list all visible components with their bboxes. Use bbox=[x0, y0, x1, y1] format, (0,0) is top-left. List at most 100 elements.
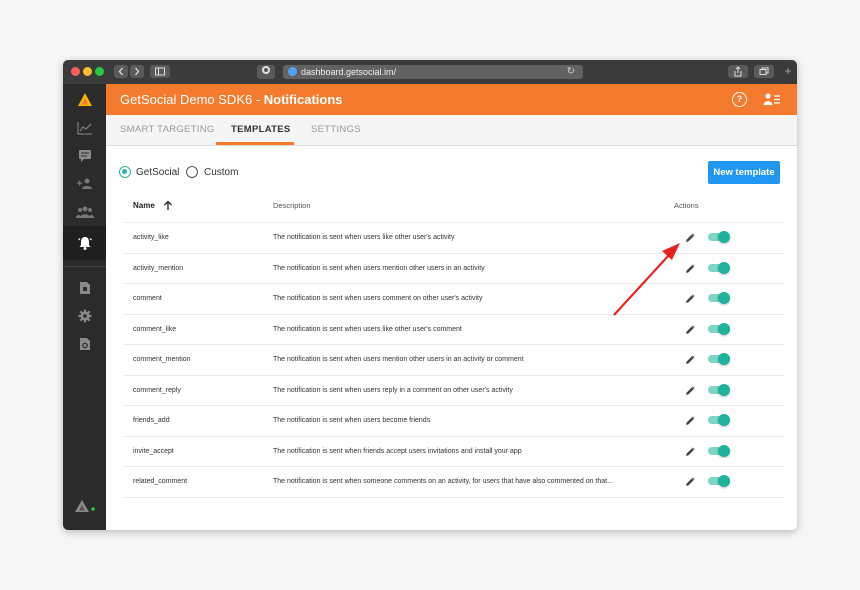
edit-icon[interactable] bbox=[685, 416, 695, 426]
table-row[interactable]: activity_mention The notification is sent… bbox=[123, 254, 785, 284]
minimize-window-button[interactable] bbox=[83, 67, 92, 76]
sidebar-item-notifications[interactable] bbox=[63, 226, 106, 260]
toggle-knob bbox=[718, 292, 730, 304]
zoom-window-button[interactable] bbox=[95, 67, 104, 76]
browser-window: dashboard.getsocial.im/ ↻ + GetSocial De… bbox=[63, 60, 797, 530]
tab-smart-targeting[interactable]: SMART TARGETING bbox=[120, 115, 215, 145]
table-row[interactable]: invite_accept The notification is sent wh… bbox=[123, 437, 785, 467]
enable-toggle[interactable] bbox=[708, 292, 730, 304]
address-bar[interactable]: dashboard.getsocial.im/ ↻ bbox=[283, 65, 583, 79]
edit-icon[interactable] bbox=[685, 294, 695, 304]
enable-toggle[interactable] bbox=[708, 444, 730, 457]
template-name: comment_reply bbox=[133, 386, 181, 394]
radio-custom[interactable] bbox=[186, 166, 198, 178]
table-row[interactable]: activity_like The notification is sent wh… bbox=[123, 223, 785, 254]
app-name: GetSocial Demo SDK6 - bbox=[120, 92, 264, 107]
close-window-button[interactable] bbox=[71, 67, 80, 76]
sidebar-logo[interactable] bbox=[63, 86, 106, 114]
template-name: friends_add bbox=[133, 417, 170, 424]
table-row[interactable]: comment_like The notification is sent whe… bbox=[123, 315, 785, 345]
enable-toggle[interactable] bbox=[708, 322, 730, 335]
edit-icon[interactable] bbox=[685, 446, 695, 457]
column-header-name[interactable]: Name bbox=[133, 192, 155, 220]
enable-toggle[interactable] bbox=[708, 261, 730, 274]
enable-toggle[interactable] bbox=[708, 383, 730, 396]
documents-icon bbox=[79, 282, 90, 294]
share-icon bbox=[734, 66, 742, 77]
share-button[interactable] bbox=[728, 65, 748, 78]
sort-ascending-icon[interactable] bbox=[163, 200, 173, 211]
analytics-icon bbox=[76, 122, 92, 135]
enable-toggle[interactable] bbox=[708, 475, 730, 487]
template-description: The notification is sent when someone co… bbox=[273, 478, 613, 485]
chevron-right-icon bbox=[135, 67, 140, 76]
template-description: The notification is sent when users ment… bbox=[273, 356, 524, 363]
extension-button[interactable] bbox=[257, 65, 275, 79]
sidebar-item-users[interactable] bbox=[63, 170, 106, 198]
radio-custom-label[interactable]: Custom bbox=[204, 166, 238, 179]
reload-icon[interactable]: ↻ bbox=[567, 66, 575, 78]
toggle-knob bbox=[718, 444, 730, 457]
table-row[interactable]: comment_reply The notification is sent wh… bbox=[123, 376, 785, 406]
edit-icon[interactable] bbox=[685, 233, 695, 243]
table-row[interactable]: comment The notification is sent when use… bbox=[123, 284, 785, 315]
edit-icon[interactable] bbox=[685, 355, 695, 365]
enable-toggle[interactable] bbox=[708, 231, 730, 243]
tabs-icon bbox=[759, 67, 769, 75]
edit-icon[interactable] bbox=[685, 477, 695, 487]
radio-getsocial[interactable] bbox=[119, 166, 131, 178]
sidebar-toggle-button[interactable] bbox=[150, 65, 170, 78]
table-row[interactable]: friends_add The notification is sent when… bbox=[123, 406, 785, 437]
edit-icon[interactable] bbox=[685, 385, 695, 396]
forward-button[interactable] bbox=[130, 65, 144, 78]
tab-settings[interactable]: SETTINGS bbox=[311, 115, 361, 145]
template-description: The notification is sent when users repl… bbox=[273, 386, 513, 394]
template-description: The notification is sent when users ment… bbox=[273, 264, 485, 272]
sidebar-item-activity-feed[interactable] bbox=[63, 142, 106, 170]
help-icon[interactable]: ? bbox=[732, 92, 747, 107]
template-description: The notification is sent when users beco… bbox=[273, 417, 431, 424]
table-row[interactable]: related_comment The notification is sent … bbox=[123, 467, 785, 498]
template-name: comment_like bbox=[133, 325, 177, 333]
export-icon bbox=[79, 338, 90, 350]
template-description: The notification is sent when users comm… bbox=[273, 295, 483, 302]
sidebar-item-analytics[interactable] bbox=[63, 114, 106, 142]
radio-getsocial-label[interactable]: GetSocial bbox=[136, 166, 179, 179]
sidebar-item-documents[interactable] bbox=[63, 274, 106, 302]
enable-toggle[interactable] bbox=[708, 414, 730, 426]
plus-icon: + bbox=[784, 64, 792, 78]
back-button[interactable] bbox=[114, 65, 128, 78]
tab-templates[interactable]: TEMPLATES bbox=[231, 115, 291, 145]
template-name: activity_like bbox=[133, 234, 169, 241]
url-text: dashboard.getsocial.im/ bbox=[301, 67, 397, 77]
sidebar-divider bbox=[63, 266, 106, 267]
site-icon bbox=[288, 67, 297, 76]
toggle-knob bbox=[718, 261, 730, 274]
browser-toolbar: dashboard.getsocial.im/ ↻ + bbox=[63, 60, 797, 85]
footer-logo-icon bbox=[74, 500, 95, 512]
active-tab-indicator bbox=[216, 142, 294, 145]
sidebar-item-settings[interactable] bbox=[63, 302, 106, 330]
sidebar-item-export[interactable] bbox=[63, 330, 106, 358]
enable-toggle[interactable] bbox=[708, 353, 730, 365]
new-tab-button[interactable]: + bbox=[781, 65, 795, 78]
tabs-overview-button[interactable] bbox=[754, 65, 774, 78]
toggle-knob bbox=[718, 475, 730, 487]
user-menu-icon[interactable] bbox=[763, 92, 781, 106]
edit-icon[interactable] bbox=[685, 324, 695, 335]
sidebar-footer-logo[interactable] bbox=[63, 492, 106, 520]
logo-icon bbox=[77, 93, 92, 106]
edit-icon[interactable] bbox=[685, 263, 695, 274]
templates-table: Name Description Actions activity_like Th… bbox=[123, 192, 785, 498]
users-icon bbox=[76, 178, 92, 189]
sidebar-item-groups[interactable] bbox=[63, 198, 106, 226]
new-template-button[interactable]: New template bbox=[708, 161, 780, 184]
groups-icon bbox=[75, 206, 94, 218]
activity-feed-icon bbox=[78, 150, 91, 162]
table-body: activity_like The notification is sent wh… bbox=[123, 223, 785, 498]
chevron-left-icon bbox=[118, 67, 123, 76]
table-row[interactable]: comment_mention The notification is sent … bbox=[123, 345, 785, 376]
table-header: Name Description Actions bbox=[123, 192, 785, 223]
extension-icon bbox=[262, 66, 270, 74]
template-name: activity_mention bbox=[133, 264, 184, 272]
